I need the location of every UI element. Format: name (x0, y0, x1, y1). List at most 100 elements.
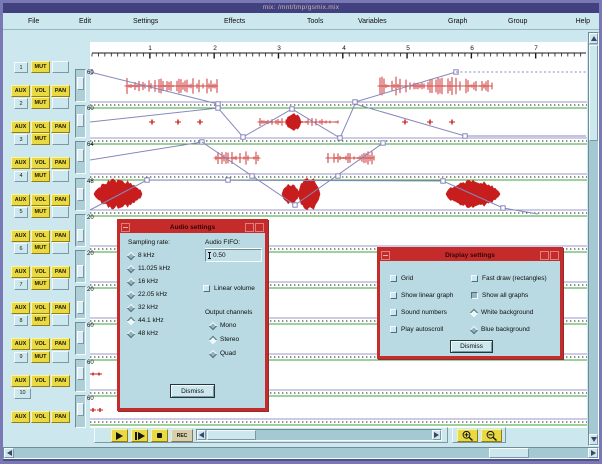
track-6-mute-button[interactable]: MUT (31, 242, 50, 254)
step-play-button[interactable] (131, 429, 148, 442)
track-2-level-slider-thumb[interactable] (77, 114, 84, 127)
track-5-blank-button[interactable] (52, 206, 69, 218)
scroll-right-button[interactable] (432, 430, 441, 440)
menu-item-settings[interactable]: Settings (133, 18, 158, 25)
rate-44-1-khz[interactable]: 44.1 kHz (128, 316, 164, 325)
track-4-pan-button[interactable]: PAN (51, 194, 70, 206)
track-7-level-slider[interactable] (75, 286, 86, 319)
option-blue-background[interactable]: Blue background (471, 325, 530, 334)
menu-item-edit[interactable]: Edit (79, 18, 91, 25)
channel-stereo[interactable]: Stereo (210, 335, 239, 344)
audio-dismiss-button[interactable]: Dismiss (170, 384, 215, 398)
scroll-down-button[interactable] (589, 434, 598, 445)
track-5-vol-button[interactable]: VOL (31, 230, 50, 242)
track-4-level-slider[interactable] (75, 178, 86, 211)
audio-fifo-input[interactable]: 0.50 (205, 249, 262, 262)
track-3-vol-button[interactable]: VOL (31, 157, 50, 169)
option-sound-numbers[interactable]: Sound numbers (390, 308, 447, 317)
track-2-number-button[interactable]: 2 (14, 98, 28, 109)
track-4-blank-button[interactable] (52, 170, 69, 182)
track-6-vol-button[interactable]: VOL (31, 266, 50, 278)
track-4-level-slider-thumb[interactable] (77, 188, 84, 201)
track-3-aux-button[interactable]: AUX (11, 157, 30, 169)
channel-mono[interactable]: Mono (210, 321, 236, 330)
option-linear-volume[interactable]: Linear volume (203, 284, 255, 293)
track-1-level-slider-thumb[interactable] (77, 77, 84, 90)
rate-11-025-khz[interactable]: 11.025 kHz (128, 264, 170, 273)
track-3-number-button[interactable]: 3 (14, 134, 28, 145)
dialog-maximize-button[interactable] (550, 251, 559, 260)
track-9-level-slider-thumb[interactable] (77, 367, 84, 380)
dialog-menu-button[interactable] (381, 251, 390, 260)
track-7-blank-button[interactable] (52, 278, 69, 290)
track-3-level-slider-thumb[interactable] (77, 149, 84, 162)
track-9-blank-button[interactable] (52, 351, 69, 363)
option-fast-draw-rectangles[interactable]: Fast draw (rectangles) (471, 274, 547, 283)
track-4-mute-button[interactable]: MUT (31, 170, 50, 182)
track-7-pan-button[interactable]: PAN (51, 302, 70, 314)
track-1-level-slider[interactable] (75, 69, 86, 102)
track-5-level-slider-thumb[interactable] (77, 229, 84, 242)
track-1-aux-button[interactable]: AUX (11, 85, 30, 97)
track-2-level-slider[interactable] (75, 105, 86, 138)
track-10-pan-button[interactable]: PAN (51, 411, 70, 423)
track-10-number-button[interactable]: 10 (14, 388, 31, 399)
dialog-maximize-button[interactable] (255, 223, 264, 232)
menu-item-group[interactable]: Group (508, 18, 527, 25)
vertical-scrollbar[interactable] (588, 32, 599, 446)
menu-item-help[interactable]: Help (576, 18, 590, 25)
track-1-blank-button[interactable] (52, 61, 69, 73)
menu-item-variables[interactable]: Variables (358, 18, 387, 25)
track-8-pan-button[interactable]: PAN (51, 338, 70, 350)
track-4-number-button[interactable]: 4 (14, 171, 28, 182)
menu-item-graph[interactable]: Graph (448, 18, 467, 25)
track-5-level-slider[interactable] (75, 214, 86, 247)
track-6-level-slider[interactable] (75, 250, 86, 283)
track-7-vol-button[interactable]: VOL (31, 302, 50, 314)
track-5-mute-button[interactable]: MUT (31, 206, 50, 218)
window-titlebar[interactable]: mix: /mnt/tmp/gsmix.mix (3, 2, 599, 13)
track-10-level-slider[interactable] (75, 395, 86, 428)
track-9-vol-button[interactable]: VOL (31, 375, 50, 387)
track-1-vol-button[interactable]: VOL (31, 85, 50, 97)
track-8-mute-button[interactable]: MUT (31, 314, 50, 326)
timeline-scrollbar[interactable] (196, 429, 442, 441)
scroll-up-button[interactable] (589, 33, 598, 44)
audio-dialog-titlebar[interactable]: Audio settings (120, 222, 265, 233)
rec-button[interactable]: REC (171, 429, 193, 442)
horizontal-scrollbar-thumb[interactable] (489, 448, 529, 458)
option-white-background[interactable]: White background (471, 308, 533, 317)
track-1-number-button[interactable]: 1 (14, 62, 28, 73)
track-7-level-slider-thumb[interactable] (77, 301, 84, 314)
track-9-number-button[interactable]: 9 (14, 352, 28, 363)
track-5-pan-button[interactable]: PAN (51, 230, 70, 242)
track-6-level-slider-thumb[interactable] (77, 265, 84, 278)
option-play-autoscroll[interactable]: Play autoscroll (390, 325, 443, 334)
option-show-linear-graph[interactable]: Show linear graph (390, 291, 453, 300)
track-9-pan-button[interactable]: PAN (51, 375, 70, 387)
track-5-aux-button[interactable]: AUX (11, 230, 30, 242)
track-6-blank-button[interactable] (52, 242, 69, 254)
track-2-aux-button[interactable]: AUX (11, 121, 30, 133)
track-8-level-slider-thumb[interactable] (77, 331, 84, 344)
rate-48-khz[interactable]: 48 kHz (128, 329, 158, 338)
menu-item-effects[interactable]: Effects (224, 18, 245, 25)
track-9-aux-button[interactable]: AUX (11, 375, 30, 387)
track-2-blank-button[interactable] (52, 97, 69, 109)
zoom-out-button[interactable] (481, 429, 502, 442)
track-8-vol-button[interactable]: VOL (31, 338, 50, 350)
track-3-pan-button[interactable]: PAN (51, 157, 70, 169)
horizontal-scrollbar[interactable] (3, 447, 599, 459)
track-8-blank-button[interactable] (52, 314, 69, 326)
display-dismiss-button[interactable]: Dismiss (450, 340, 493, 353)
rate-22-05-khz[interactable]: 22.05 kHz (128, 290, 167, 299)
track-8-aux-button[interactable]: AUX (11, 338, 30, 350)
track-2-mute-button[interactable]: MUT (31, 97, 50, 109)
dialog-minimize-button[interactable] (540, 251, 549, 260)
channel-quad[interactable]: Quad (210, 349, 236, 358)
rate-8-khz[interactable]: 8 kHz (128, 251, 155, 260)
track-1-pan-button[interactable]: PAN (51, 85, 70, 97)
menu-item-file[interactable]: File (28, 18, 39, 25)
track-4-vol-button[interactable]: VOL (31, 194, 50, 206)
track-8-number-button[interactable]: 8 (14, 315, 28, 326)
